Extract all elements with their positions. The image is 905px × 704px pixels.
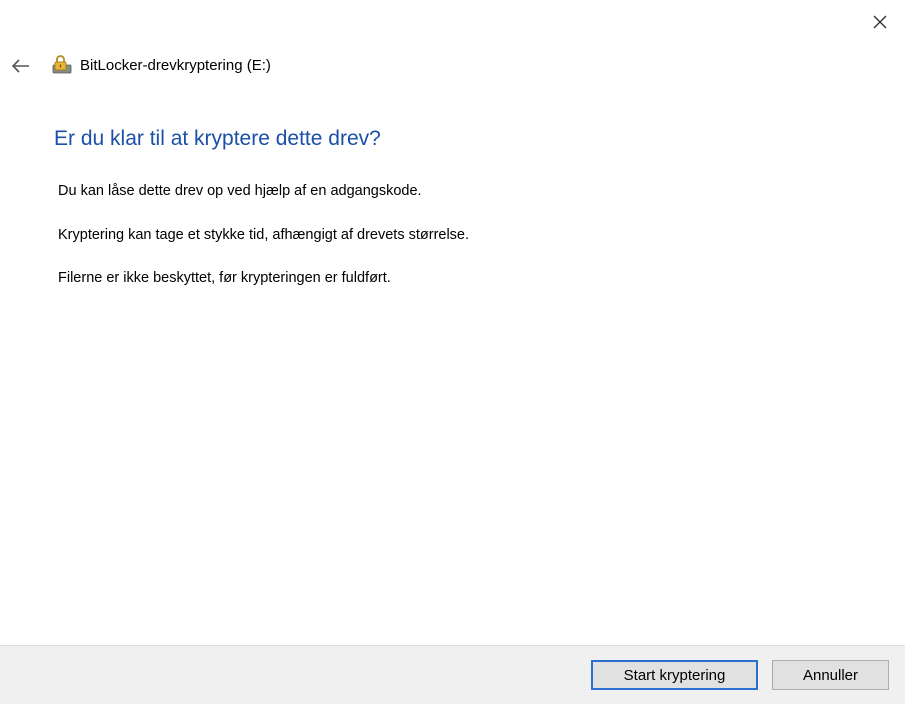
- cancel-button[interactable]: Annuller: [772, 660, 889, 690]
- info-text-unlock: Du kan låse dette drev op ved hjælp af e…: [58, 183, 422, 199]
- info-text-protection: Filerne er ikke beskyttet, før krypterin…: [58, 270, 391, 286]
- dialog-footer: Start kryptering Annuller: [0, 645, 905, 704]
- back-button[interactable]: [6, 52, 34, 80]
- bitlocker-drive-icon: [52, 55, 72, 74]
- bitlocker-dialog: BitLocker-drevkryptering (E:) Er du klar…: [0, 0, 905, 704]
- close-icon: [873, 15, 887, 29]
- start-encryption-button[interactable]: Start kryptering: [591, 660, 758, 690]
- page-heading: Er du klar til at kryptere dette drev?: [54, 127, 381, 150]
- back-arrow-icon: [11, 59, 29, 73]
- close-button[interactable]: [863, 6, 897, 38]
- app-title: BitLocker-drevkryptering (E:): [80, 57, 271, 74]
- info-text-duration: Kryptering kan tage et stykke tid, afhæn…: [58, 227, 470, 243]
